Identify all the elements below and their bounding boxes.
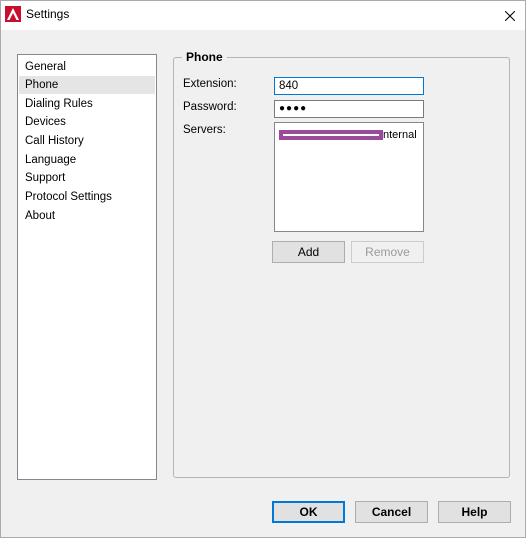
server-list-item[interactable]: nternal	[277, 126, 421, 142]
password-field[interactable]: ●●●●	[274, 100, 424, 118]
extension-field[interactable]: 840	[274, 77, 424, 95]
password-label: Password:	[183, 101, 237, 113]
nav-item-support[interactable]: Support	[19, 169, 155, 187]
phone-group-title: Phone	[182, 50, 227, 64]
app-logo-icon	[5, 6, 21, 22]
servers-list[interactable]: nternal	[274, 122, 424, 232]
title-bar: Settings	[1, 1, 525, 30]
settings-window: Settings General Phone Dialing Rules Dev…	[0, 0, 526, 538]
settings-nav-list[interactable]: General Phone Dialing Rules Devices Call…	[17, 54, 157, 480]
nav-item-general[interactable]: General	[19, 58, 155, 76]
redaction-box	[279, 130, 383, 140]
window-title: Settings	[26, 7, 70, 21]
nav-item-protocol-settings[interactable]: Protocol Settings	[19, 188, 155, 206]
nav-item-language[interactable]: Language	[19, 151, 155, 169]
servers-label: Servers:	[183, 124, 226, 136]
nav-item-about[interactable]: About	[19, 207, 155, 225]
close-button[interactable]	[495, 1, 525, 30]
nav-item-phone[interactable]: Phone	[19, 76, 155, 94]
cancel-button[interactable]: Cancel	[355, 501, 428, 523]
nav-item-call-history[interactable]: Call History	[19, 132, 155, 150]
server-name-text: nternal	[383, 129, 417, 141]
phone-group-box	[173, 57, 510, 478]
remove-server-button[interactable]: Remove	[351, 241, 424, 263]
nav-item-devices[interactable]: Devices	[19, 113, 155, 131]
nav-item-dialing-rules[interactable]: Dialing Rules	[19, 95, 155, 113]
add-server-button[interactable]: Add	[272, 241, 345, 263]
extension-label: Extension:	[183, 78, 237, 90]
help-button[interactable]: Help	[438, 501, 511, 523]
close-icon	[505, 10, 515, 21]
ok-button[interactable]: OK	[272, 501, 345, 523]
